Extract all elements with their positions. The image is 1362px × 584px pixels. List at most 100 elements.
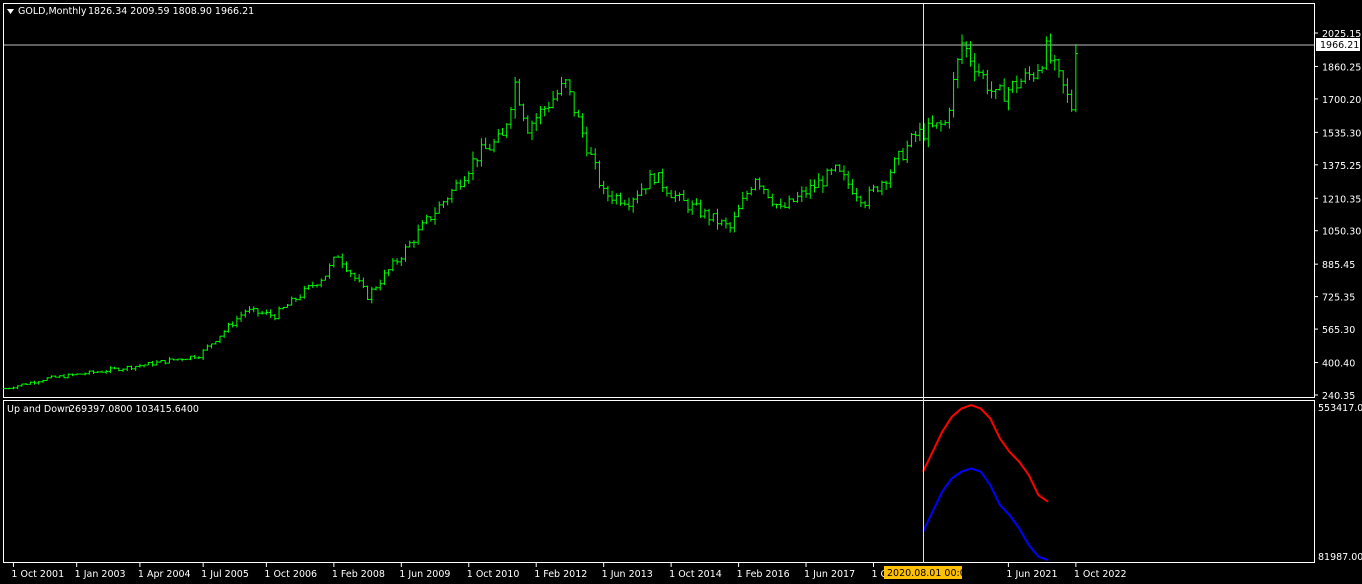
price-tick-label: 725.35 (1322, 293, 1355, 304)
ohlc-bar (534, 113, 539, 132)
ohlc-bar (677, 192, 682, 202)
ohlc-bar (1048, 33, 1053, 64)
ohlc-bar (407, 240, 412, 248)
ohlc-bar (833, 164, 838, 172)
ohlc-bar (997, 84, 1002, 91)
ohlc-bar (112, 366, 117, 370)
time-tick-label: 1 Feb 2008 (332, 569, 385, 580)
ohlc-bar (390, 257, 395, 272)
time-tick-label: 1 Jan 2003 (75, 569, 126, 580)
symbol-title: GOLD,Monthly (18, 6, 87, 17)
ohlc-bar (121, 368, 126, 372)
ohlc-bar (753, 178, 758, 191)
ohlc-bar (589, 147, 594, 155)
ohlc-bar (15, 385, 20, 390)
ohlc-bar (171, 358, 176, 361)
ohlc-bar (70, 373, 75, 377)
ohlc-bar (1027, 66, 1032, 81)
time-tick-label: 1 Oct 2022 (1074, 569, 1127, 580)
ohlc-bar (1052, 54, 1057, 71)
ohlc-bar (508, 107, 513, 129)
ohlc-bar (1073, 44, 1078, 113)
ohlc-bar (205, 344, 210, 351)
ohlc-bar (336, 255, 341, 258)
ohlc-bar (943, 120, 948, 126)
ohlc-bar (175, 358, 180, 361)
ohlc-bar (913, 130, 918, 142)
ohlc-bar (340, 253, 345, 269)
time-tick-label: 1 Feb 2012 (534, 569, 587, 580)
ohlc-bar (344, 261, 349, 273)
ohlc-bar (116, 367, 121, 372)
ohlc-bar (930, 115, 935, 128)
ohlc-bar (28, 381, 33, 385)
ohlc-bar (441, 200, 446, 209)
ohlc-bar (816, 173, 821, 188)
ohlc-bar (95, 371, 100, 373)
time-tick-label: 1 Jul 2005 (201, 569, 249, 580)
ohlc-bar (669, 189, 674, 199)
dropdown-triangle-icon[interactable] (7, 9, 14, 14)
ohlc-bar (1019, 78, 1024, 89)
ohlc-bar (993, 88, 998, 100)
ohlc-bar (158, 360, 163, 363)
time-tick-label: 1 Jun 2013 (602, 569, 653, 580)
ohlc-bar (234, 315, 239, 328)
ohlc-bar (820, 175, 825, 193)
price-tick-label: 1375.25 (1322, 161, 1361, 172)
indicator-panel-frame (3, 400, 1315, 563)
ohlc-bar (584, 126, 589, 157)
price-tick-label: 240.35 (1322, 391, 1355, 402)
ohlc-bar (618, 192, 623, 206)
ohlc-bar (888, 169, 893, 189)
ohlc-bar (487, 143, 492, 151)
ohlc-bar (656, 172, 661, 184)
ohlc-bar (289, 296, 294, 306)
ohlc-bar (331, 256, 336, 268)
ohlc-bar (243, 309, 248, 318)
ohlc-bar (319, 278, 324, 288)
ohlc-bar (310, 281, 315, 288)
ohlc-bar (87, 370, 92, 375)
ohlc-bar (732, 211, 737, 233)
ohlc-bar (154, 360, 159, 366)
ohlc-bar (854, 187, 859, 202)
ohlc-bar (938, 119, 943, 132)
ohlc-bar (1035, 64, 1040, 80)
ohlc-bar (1057, 58, 1061, 78)
ohlc-bar (631, 197, 636, 213)
trading-chart[interactable]: GOLD,Monthly 1826.34 2009.59 1808.90 196… (0, 0, 1362, 584)
ohlc-bar (479, 138, 484, 167)
ohlc-bar (525, 115, 530, 134)
ohlc-bar (142, 364, 147, 368)
ohlc-bar (416, 224, 421, 245)
ohlc-bar (411, 240, 416, 248)
ohlc-bar (483, 137, 488, 150)
ohlc-bar (365, 285, 370, 300)
ohlc-bar (905, 140, 910, 164)
up-line-series (922, 404, 1049, 503)
ohlc-bar (745, 190, 750, 201)
ohlc-bar (690, 200, 695, 215)
ohlc-bar (538, 106, 543, 125)
ohlc-bar (91, 370, 96, 374)
ohlc-bar (635, 190, 640, 204)
ohlc-bar (812, 179, 817, 193)
price-axis: 2025.151860.251700.201535.301375.251210.… (1314, 29, 1361, 402)
ohlc-bar (163, 360, 168, 365)
ohlc-bar (399, 256, 404, 267)
ohlc-bar (955, 58, 960, 89)
ohlc-bar (209, 343, 214, 349)
ohlc-bar (934, 122, 939, 129)
ohlc-bar (251, 306, 256, 313)
ohlc-bar (643, 188, 648, 195)
ohlc-bar (260, 310, 265, 315)
ohlc-bar (83, 372, 88, 376)
ohlc-bar (437, 201, 442, 214)
ohlc-bar (825, 168, 830, 187)
ohlc-readout: 1826.34 2009.59 1808.90 1966.21 (88, 6, 254, 17)
price-tick-label: 1050.30 (1322, 227, 1361, 238)
ohlc-bar (19, 383, 24, 387)
ohlc-bar (226, 322, 231, 333)
ohlc-bar (841, 165, 846, 181)
